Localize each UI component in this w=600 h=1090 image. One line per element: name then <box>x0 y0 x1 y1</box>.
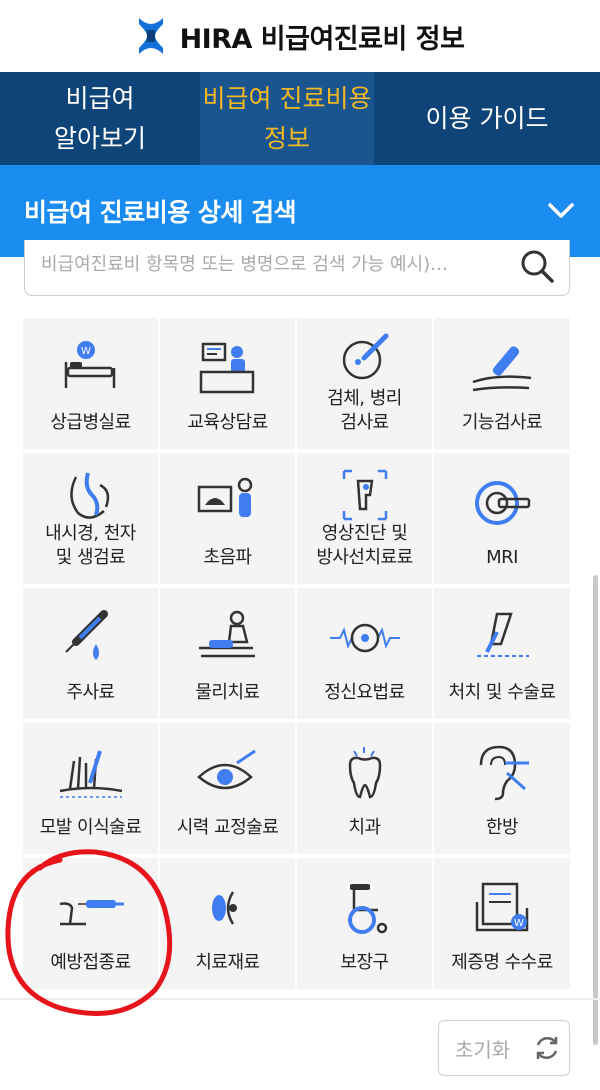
hair-transplant-icon <box>59 750 122 798</box>
category-label: 한방 <box>485 817 519 838</box>
footer-divider <box>0 998 600 1000</box>
lens-material-icon <box>211 891 237 925</box>
category-psychotherapy[interactable]: 정신요법료 <box>297 588 432 719</box>
physical-therapy-icon <box>198 610 255 658</box>
category-dental[interactable]: 치과 <box>297 723 432 854</box>
category-vision-correction[interactable]: 시력 교정술료 <box>160 723 295 854</box>
category-label: 검체, 병리 검사료 <box>327 388 402 433</box>
hira-logo-icon <box>138 18 163 54</box>
category-treatment-material[interactable]: 치료재료 <box>160 858 295 989</box>
category-label: 제증명 수수료 <box>451 952 553 973</box>
category-injection[interactable]: 주사료 <box>23 588 158 719</box>
category-label: 치과 <box>348 817 381 838</box>
vaccination-icon <box>59 900 124 926</box>
counseling-desk-icon <box>199 342 254 394</box>
app-title: HIRA 비급여진료비 정보 <box>179 23 465 55</box>
tooth-icon <box>348 747 381 799</box>
app-header: HIRA 비급여진료비 정보 <box>0 0 600 72</box>
wheelchair-icon <box>347 884 387 934</box>
endoscope-icon <box>69 472 109 519</box>
category-label: 모발 이식술료 <box>39 817 142 838</box>
eye-correction-icon <box>196 749 256 790</box>
ultrasound-icon <box>197 477 252 517</box>
svg-text:W: W <box>514 918 524 929</box>
reset-label: 초기화 <box>455 1037 511 1062</box>
search-box <box>24 240 570 296</box>
category-endoscopy[interactable]: 내시경, 천자 및 생검료 <box>23 453 158 584</box>
category-mri[interactable]: MRI <box>434 453 570 584</box>
category-label: 처치 및 수술료 <box>448 682 556 703</box>
category-label: 교육상담료 <box>187 412 268 433</box>
radiology-icon <box>342 469 387 521</box>
refresh-icon <box>536 1036 558 1060</box>
category-label: 정신요법료 <box>324 682 405 703</box>
chevron-down-icon[interactable] <box>546 201 576 221</box>
reset-button[interactable]: 초기화 <box>438 1020 570 1076</box>
category-label: 예방접종료 <box>50 952 131 973</box>
brain-wave-icon <box>329 623 400 653</box>
category-radiology[interactable]: 영상진단 및 방사선치료료 <box>297 453 432 584</box>
category-surgery[interactable]: 처치 및 수술료 <box>434 588 570 719</box>
search-icon[interactable] <box>519 248 555 284</box>
section-title: 비급여 진료비용 상세 검색 <box>24 198 297 227</box>
category-vaccination[interactable]: 예방접종료 <box>23 858 158 989</box>
category-label: 시력 교정술료 <box>176 817 279 838</box>
svg-text:W: W <box>81 346 91 357</box>
category-room-fee[interactable]: W 상급병실료 <box>23 318 158 449</box>
category-oriental-medicine[interactable]: 한방 <box>434 723 570 854</box>
syringe-icon <box>64 610 108 660</box>
category-label: 물리치료 <box>195 682 260 703</box>
category-label: 상급병실료 <box>50 412 131 433</box>
specimen-test-icon <box>342 333 388 380</box>
category-label: 보장구 <box>340 952 389 973</box>
mri-icon <box>475 481 531 525</box>
tab-usage-guide[interactable]: 이용 가이드 <box>374 72 600 165</box>
surgery-icon <box>477 612 529 657</box>
category-grid: W 상급병실료 교육상담료 검체, 병리 검사료 기능검사료 내시경, 천자 및… <box>23 318 570 989</box>
category-label: 영상진단 및 방사선치료료 <box>316 523 413 568</box>
category-label: 초음파 <box>203 547 252 568</box>
function-test-icon <box>472 346 532 392</box>
tab-noncovered-intro[interactable]: 비급여 알아보기 <box>0 72 200 165</box>
acupuncture-ear-icon <box>479 745 529 801</box>
category-label: MRI <box>486 547 518 568</box>
category-label: 치료재료 <box>195 952 260 973</box>
main-nav: 비급여 알아보기 비급여 진료비용 정보 이용 가이드 <box>0 72 600 165</box>
category-physical-therapy[interactable]: 물리치료 <box>160 588 295 719</box>
category-label: 내시경, 천자 및 생검료 <box>45 523 136 568</box>
category-label: 기능검사료 <box>461 412 543 433</box>
search-input[interactable] <box>41 254 491 275</box>
certificate-icon: W <box>475 882 529 932</box>
category-function-test[interactable]: 기능검사료 <box>434 318 570 449</box>
category-ultrasound[interactable]: 초음파 <box>160 453 295 584</box>
category-counseling-fee[interactable]: 교육상담료 <box>160 318 295 449</box>
category-certificate-fee[interactable]: W 제증명 수수료 <box>434 858 570 989</box>
category-hair-transplant[interactable]: 모발 이식술료 <box>23 723 158 854</box>
category-specimen-test[interactable]: 검체, 병리 검사료 <box>297 318 432 449</box>
category-label: 주사료 <box>66 682 115 703</box>
tab-noncovered-cost-info[interactable]: 비급여 진료비용 정보 <box>200 72 374 165</box>
hospital-bed-icon: W <box>64 341 115 388</box>
category-assistive-device[interactable]: 보장구 <box>297 858 432 989</box>
scrollbar[interactable] <box>593 575 598 1045</box>
